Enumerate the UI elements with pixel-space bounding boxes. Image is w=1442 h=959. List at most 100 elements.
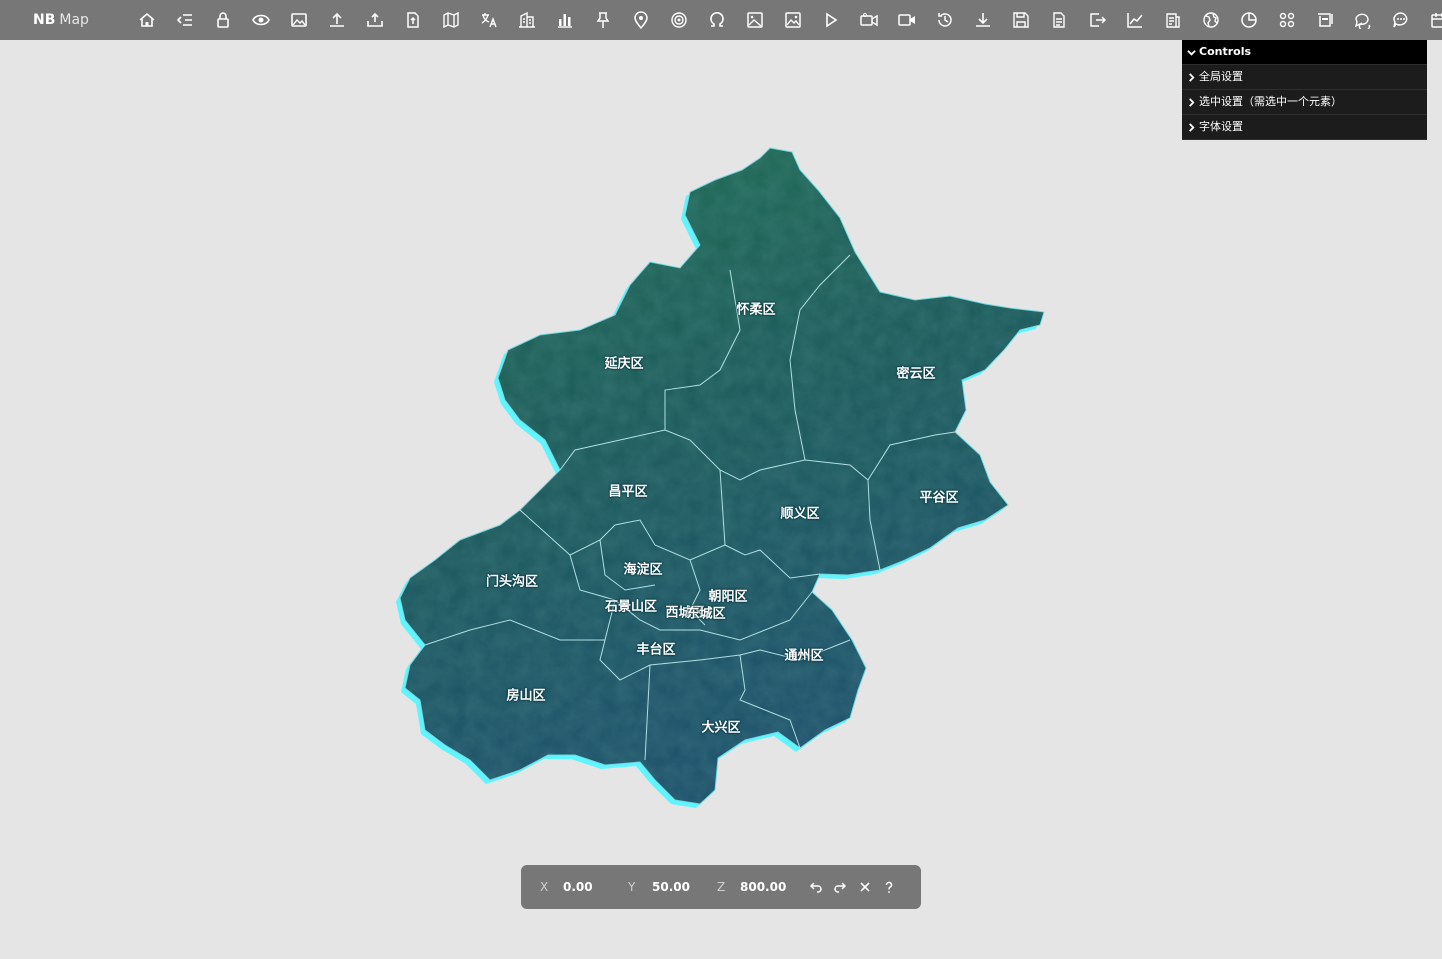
- district-label[interactable]: 门头沟区: [486, 571, 538, 590]
- export-button[interactable]: [1078, 0, 1116, 40]
- district-label[interactable]: 石景山区: [605, 596, 657, 615]
- help-button[interactable]: [879, 877, 899, 897]
- save-icon: [1013, 12, 1029, 28]
- panel-icon: [1318, 13, 1333, 27]
- history-button[interactable]: [926, 0, 964, 40]
- upload-tray-icon: [367, 12, 383, 27]
- x-label: X: [540, 880, 549, 894]
- district-label[interactable]: 延庆区: [604, 353, 643, 372]
- upload-tray-button[interactable]: [356, 0, 394, 40]
- eye-icon: [252, 14, 270, 26]
- district-label[interactable]: 密云区: [896, 363, 935, 382]
- picture-icon: [747, 12, 763, 28]
- building-icon: [519, 11, 535, 28]
- document-icon: [1053, 12, 1065, 28]
- close-icon: [860, 882, 870, 892]
- image-button[interactable]: [280, 0, 318, 40]
- bar-chart-button[interactable]: [546, 0, 584, 40]
- play-button[interactable]: [812, 0, 850, 40]
- top-toolbar: NB Map: [0, 0, 1442, 40]
- pie-chart-button[interactable]: [1230, 0, 1268, 40]
- app-brand: NB Map: [33, 0, 89, 40]
- globe-icon: [1203, 12, 1219, 28]
- target-icon: [671, 12, 687, 28]
- document-button[interactable]: [1040, 0, 1078, 40]
- district-label[interactable]: 平谷区: [919, 487, 958, 506]
- calendar-icon: [1431, 13, 1442, 28]
- list-indent-button[interactable]: [166, 0, 204, 40]
- district-label[interactable]: 大兴区: [701, 717, 740, 736]
- undo-button[interactable]: [806, 877, 826, 897]
- line-chart-icon: [1127, 13, 1143, 28]
- location-pin-button[interactable]: [622, 0, 660, 40]
- map-icon: [443, 11, 459, 29]
- y-value[interactable]: 50.00: [652, 865, 690, 909]
- district-label[interactable]: 顺义区: [780, 503, 819, 522]
- undo-icon: [809, 882, 822, 893]
- coordinate-bar: X 0.00 Y 50.00 Z 800.00: [521, 865, 921, 909]
- grid-button[interactable]: [1268, 0, 1306, 40]
- photo-button[interactable]: [774, 0, 812, 40]
- history-icon: [938, 13, 952, 27]
- translate-icon: [481, 13, 497, 28]
- z-label: Z: [717, 880, 726, 894]
- omega-button[interactable]: [698, 0, 736, 40]
- grid-icon: [1279, 12, 1295, 28]
- image-icon: [291, 13, 307, 27]
- file-upload-icon: [407, 12, 419, 28]
- chat-button[interactable]: [1344, 0, 1382, 40]
- location-pin-icon: [634, 11, 648, 29]
- home-icon: [139, 12, 155, 27]
- tool-buttons: [128, 0, 1442, 40]
- district-label[interactable]: 怀柔区: [736, 299, 775, 318]
- district-label[interactable]: 昌平区: [608, 481, 647, 500]
- list-indent-icon: [176, 14, 192, 26]
- line-chart-button[interactable]: [1116, 0, 1154, 40]
- video-button[interactable]: [888, 0, 926, 40]
- picture-button[interactable]: [736, 0, 774, 40]
- download-button[interactable]: [964, 0, 1002, 40]
- file-upload-button[interactable]: [394, 0, 432, 40]
- help-icon: [885, 881, 893, 893]
- pin-icon: [596, 12, 610, 28]
- translate-button[interactable]: [470, 0, 508, 40]
- upload-button[interactable]: [318, 0, 356, 40]
- pin-button[interactable]: [584, 0, 622, 40]
- omega-icon: [710, 12, 724, 27]
- map-terrain-texture: [400, 148, 1044, 804]
- comment-button[interactable]: [1382, 0, 1420, 40]
- district-label[interactable]: 房山区: [506, 685, 545, 704]
- district-label[interactable]: 海淀区: [623, 559, 662, 578]
- target-button[interactable]: [660, 0, 698, 40]
- comment-icon: [1393, 12, 1408, 28]
- brand-bold: NB: [33, 12, 56, 28]
- y-label: Y: [628, 880, 636, 894]
- z-value[interactable]: 800.00: [740, 865, 786, 909]
- bar-chart-icon: [558, 14, 572, 28]
- district-label[interactable]: 通州区: [784, 645, 823, 664]
- save-button[interactable]: [1002, 0, 1040, 40]
- home-button[interactable]: [128, 0, 166, 40]
- district-label[interactable]: 东城区: [686, 603, 725, 622]
- lock-button[interactable]: [204, 0, 242, 40]
- video-camera-button[interactable]: [850, 0, 888, 40]
- export-icon: [1090, 13, 1106, 27]
- calendar-button[interactable]: [1420, 0, 1442, 40]
- building-button[interactable]: [508, 0, 546, 40]
- brand-name: Map: [59, 12, 89, 28]
- play-icon: [826, 12, 838, 28]
- video-camera-icon: [860, 13, 878, 27]
- upload-icon: [330, 12, 344, 27]
- map-viewport[interactable]: 怀柔区 延庆区 密云区 昌平区 平谷区 顺义区 海淀区 门头沟区 朝阳区 石景山区 西城区 东城区 丰台…: [0, 40, 1442, 959]
- lock-icon: [217, 12, 229, 28]
- map-button[interactable]: [432, 0, 470, 40]
- redo-button[interactable]: [830, 877, 850, 897]
- close-button[interactable]: [855, 877, 875, 897]
- eye-button[interactable]: [242, 0, 280, 40]
- panel-button[interactable]: [1306, 0, 1344, 40]
- globe-button[interactable]: [1192, 0, 1230, 40]
- report-button[interactable]: [1154, 0, 1192, 40]
- beijing-map[interactable]: [0, 40, 1442, 959]
- district-label[interactable]: 丰台区: [636, 639, 675, 658]
- x-value[interactable]: 0.00: [563, 865, 593, 909]
